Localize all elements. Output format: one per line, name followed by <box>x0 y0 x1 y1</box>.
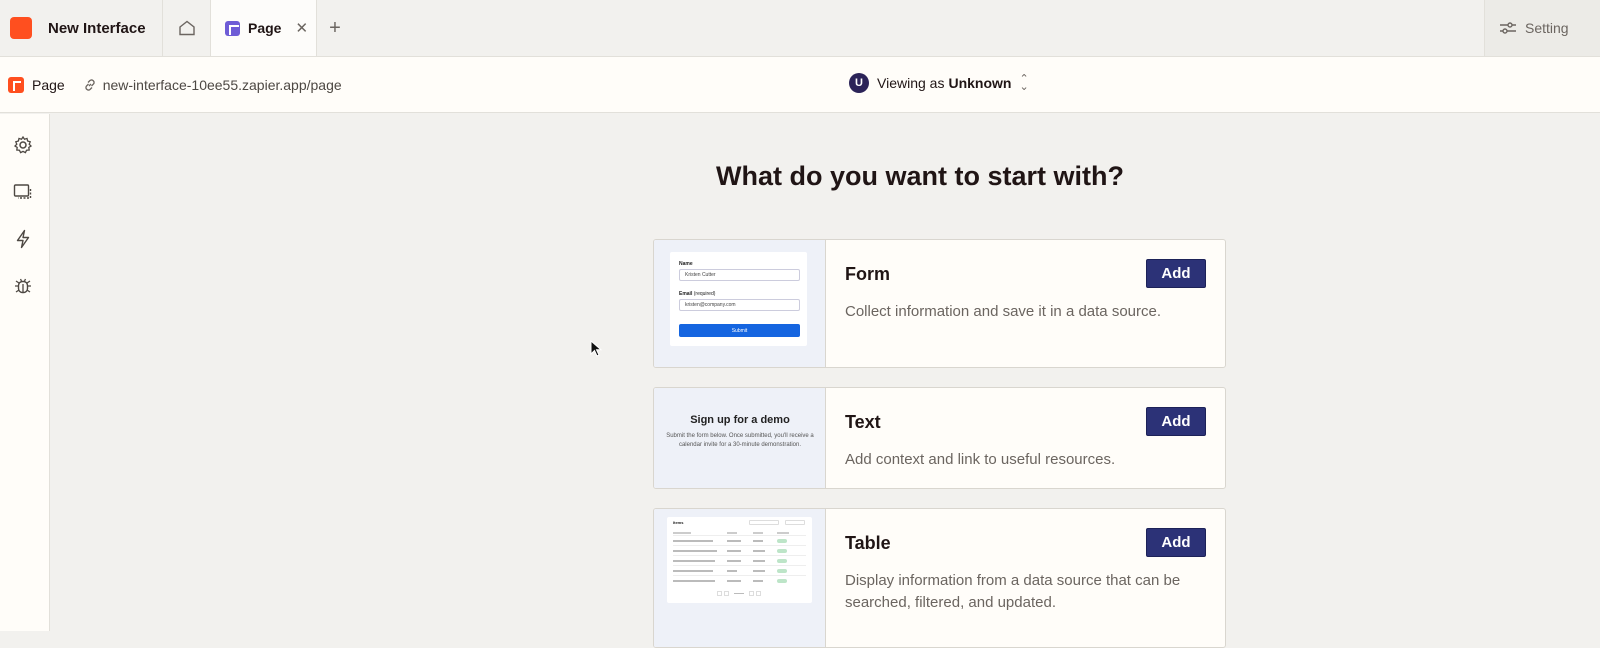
table-preview-image: Items <box>654 509 826 647</box>
chevron-updown-icon: ⌃ ⌄ <box>1019 73 1029 93</box>
preview-search <box>749 520 779 525</box>
form-preview: Name Kristen Cutter Email (required) kri… <box>670 252 807 346</box>
page-url: new-interface-10ee55.zapier.app/page <box>102 76 342 93</box>
card-description: Display information from a data source t… <box>845 572 1181 611</box>
preview-text-body: Submit the form below. Once submitted, y… <box>666 433 814 448</box>
preview-email-input: kristen@company.com <box>679 299 800 311</box>
settings-button[interactable]: Setting <box>1484 0 1600 56</box>
card-form[interactable]: Name Kristen Cutter Email (required) kri… <box>653 239 1226 368</box>
add-table-button[interactable]: Add <box>1146 528 1206 557</box>
viewing-user: Unknown <box>948 75 1012 91</box>
home-tab[interactable] <box>163 0 211 56</box>
viewing-as-selector[interactable]: U Viewing as Unknown ⌃ ⌄ <box>849 73 1029 93</box>
page-url-link[interactable]: new-interface-10ee55.zapier.app/page <box>83 77 342 93</box>
preview-table-title: Items <box>673 520 684 525</box>
monitor-icon <box>13 184 32 199</box>
avatar: U <box>849 73 869 93</box>
page-icon <box>8 76 24 93</box>
plus-icon: + <box>329 16 341 39</box>
page-title: Page <box>32 76 65 93</box>
card-table[interactable]: Items Table Display information from a d… <box>653 508 1226 648</box>
home-icon <box>178 20 195 36</box>
app-header: New Interface <box>0 0 163 56</box>
close-icon[interactable]: ✕ <box>295 19 308 37</box>
viewing-prefix: Viewing as <box>877 75 945 91</box>
preview-submit: Submit <box>679 324 800 337</box>
preview-email-label: Email (required) <box>679 291 716 297</box>
gear-icon <box>13 135 33 154</box>
card-description: Collect information and save it in a dat… <box>845 303 1162 320</box>
preview-pagination <box>717 591 763 596</box>
page-heading: What do you want to start with? <box>716 161 1124 191</box>
page-header: Page new-interface-10ee55.zapier.app/pag… <box>0 57 1600 113</box>
table-preview: Items <box>667 517 812 603</box>
link-icon <box>85 78 95 91</box>
page-icon <box>225 20 240 36</box>
preview-header-row <box>673 535 806 536</box>
card-body: Form Collect information and save it in … <box>826 240 1225 367</box>
tab-page[interactable]: Page ✕ <box>211 0 317 56</box>
bug-icon <box>15 278 31 294</box>
card-text[interactable]: Sign up for a demo Submit the form below… <box>653 387 1226 489</box>
top-tab-bar: New Interface Page ✕ + Setting <box>0 0 1600 57</box>
app-logo <box>10 17 32 39</box>
sidebar-item-debug[interactable] <box>11 274 35 298</box>
add-text-button[interactable]: Add <box>1146 407 1206 436</box>
text-preview-image: Sign up for a demo Submit the form below… <box>654 388 826 488</box>
add-form-button[interactable]: Add <box>1146 259 1206 288</box>
card-body: Text Add context and link to useful reso… <box>826 388 1225 488</box>
form-preview-image: Name Kristen Cutter Email (required) kri… <box>654 240 826 367</box>
tab-page-label: Page <box>248 20 282 36</box>
sidebar-item-automations[interactable] <box>11 227 35 251</box>
lightning-icon <box>16 229 30 249</box>
sliders-icon <box>1500 22 1516 34</box>
card-description: Add context and link to useful resources… <box>845 451 1116 468</box>
preview-name-label: Name <box>679 261 693 267</box>
add-tab-button[interactable]: + <box>317 0 353 56</box>
left-sidebar <box>0 114 50 631</box>
card-body: Table Display information from a data so… <box>826 509 1225 647</box>
sidebar-item-settings[interactable] <box>11 133 35 157</box>
preview-name-input: Kristen Cutter <box>679 269 800 281</box>
preview-text-title: Sign up for a demo <box>690 414 790 426</box>
app-name: New Interface <box>48 19 146 37</box>
settings-label: Setting <box>1525 20 1569 36</box>
preview-filter <box>785 520 805 525</box>
sidebar-item-layout[interactable] <box>11 180 35 204</box>
mouse-cursor-icon <box>590 340 602 357</box>
